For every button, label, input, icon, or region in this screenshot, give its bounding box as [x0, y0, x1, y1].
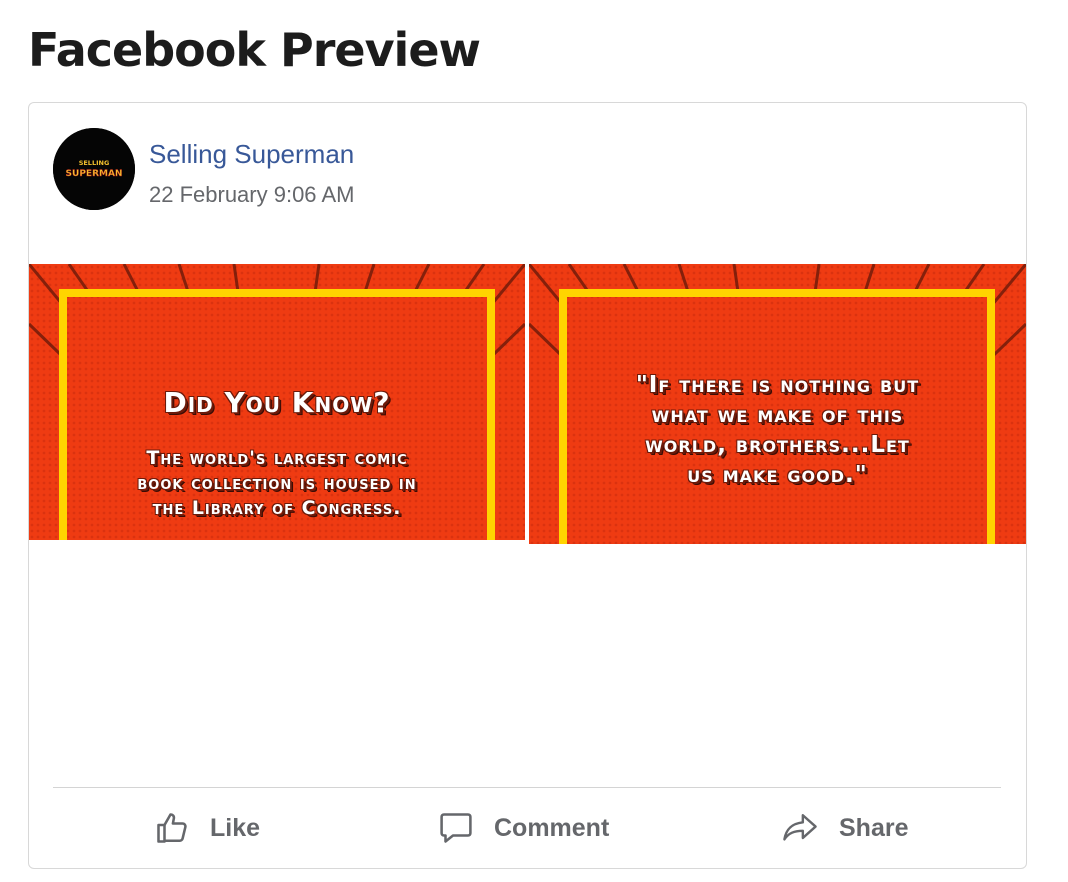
share-button[interactable]: Share: [781, 803, 908, 853]
actions-divider: [53, 787, 1001, 788]
share-arrow-icon: [783, 814, 817, 841]
comment-button[interactable]: Comment: [438, 803, 609, 853]
post-image-1[interactable]: Did You Know? The world's largest comic …: [29, 264, 525, 540]
post-image-2[interactable]: "If there is nothing but what we make of…: [529, 264, 1026, 544]
page-title: Facebook Preview: [28, 23, 481, 77]
post-author-link[interactable]: Selling Superman: [149, 137, 354, 171]
image-2-quote: "If there is nothing but what we make of…: [635, 372, 920, 488]
thumbs-up-icon: [157, 813, 187, 843]
image-1-headline: Did You Know?: [163, 386, 391, 419]
image-1-body: The world's largest comic book collectio…: [137, 447, 417, 519]
logo-line-1: SELLING: [79, 159, 110, 167]
post-timestamp[interactable]: 22 February 9:06 AM: [149, 180, 354, 210]
avatar[interactable]: SELLING SUPERMAN: [53, 128, 135, 210]
speech-bubble-icon: [440, 813, 472, 843]
facebook-post-card: SELLING SUPERMAN Selling Superman 22 Feb…: [28, 102, 1027, 869]
share-label: Share: [839, 813, 909, 842]
comment-label: Comment: [494, 813, 610, 842]
like-button[interactable]: Like: [154, 803, 260, 853]
like-label: Like: [210, 813, 261, 842]
selling-superman-logo: SELLING SUPERMAN: [53, 128, 135, 210]
logo-line-2: SUPERMAN: [66, 169, 123, 179]
